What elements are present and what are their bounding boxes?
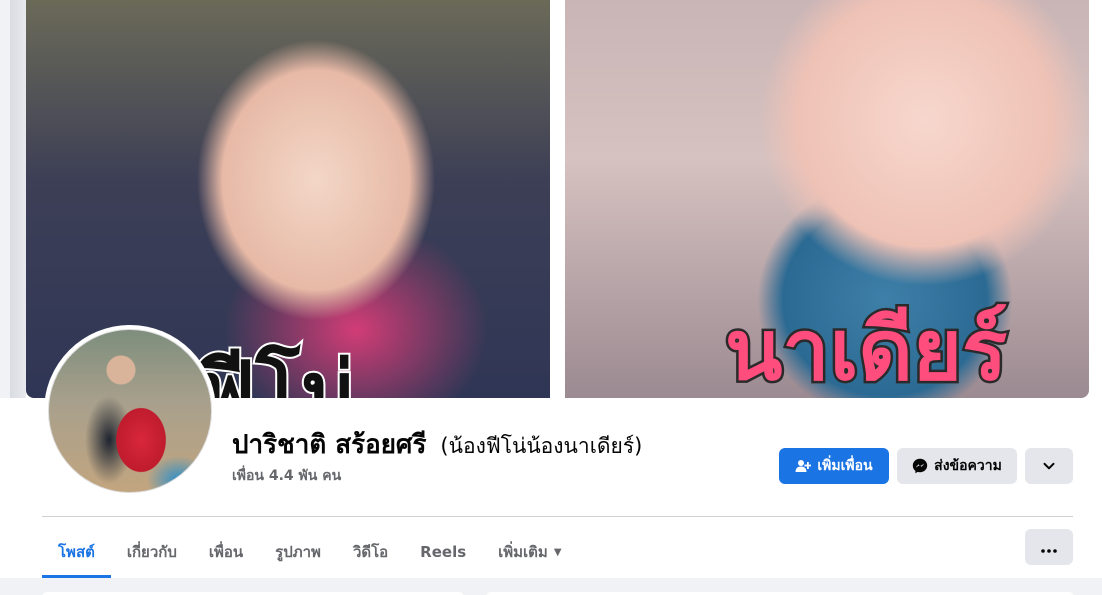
profile-tabs: โพสต์ เกี่ยวกับ เพื่อน รูปภาพ วิดีโอ Ree… <box>42 526 578 578</box>
ellipsis-icon <box>1041 538 1057 557</box>
profile-more-button[interactable] <box>1025 448 1073 484</box>
tab-about[interactable]: เกี่ยวกับ <box>111 526 193 578</box>
caret-down-icon: ▼ <box>553 546 562 558</box>
tab-videos-label: วิดีโอ <box>352 543 389 561</box>
tab-photos[interactable]: รูปภาพ <box>259 526 337 578</box>
tab-friends[interactable]: เพื่อน <box>193 526 259 578</box>
cover-photo-right: นาเดียร์ <box>565 0 1089 398</box>
tab-about-label: เกี่ยวกับ <box>126 543 177 561</box>
avatar-image <box>48 329 212 493</box>
add-friend-label: เพิ่มเพื่อน <box>817 457 873 473</box>
profile-avatar[interactable] <box>44 325 216 497</box>
tab-friends-label: เพื่อน <box>208 543 244 561</box>
tab-posts-label: โพสต์ <box>58 543 95 561</box>
message-label: ส่งข้อความ <box>934 457 1002 473</box>
cover-caption-left: ฟีโน่ <box>194 343 360 398</box>
tab-reels[interactable]: Reels <box>404 526 482 578</box>
profile-name: ปาริชาติ สร้อยศรี <box>232 430 427 460</box>
cover-photo[interactable]: ฟีโน่ นาเดียร์ <box>26 0 1089 398</box>
header-divider <box>42 516 1073 517</box>
person-plus-icon <box>795 458 812 474</box>
tabs-more-button[interactable] <box>1025 529 1073 565</box>
tab-more[interactable]: เพิ่มเติม ▼ <box>482 526 577 578</box>
tab-photos-label: รูปภาพ <box>275 543 321 561</box>
friends-count-link[interactable]: เพื่อน 4.4 พัน คน <box>232 465 341 487</box>
profile-name-row: ปาริชาติ สร้อยศรี (น้องฟีโน่น้องนาเดียร์… <box>232 424 642 465</box>
add-friend-button[interactable]: เพิ่มเพื่อน <box>779 448 889 484</box>
profile-page: ฟีโน่ นาเดียร์ ปาริชาติ สร้อยศรี (น้องฟี… <box>0 0 1102 595</box>
tab-posts[interactable]: โพสต์ <box>42 526 111 578</box>
messenger-icon <box>912 458 928 474</box>
cover-divider <box>550 0 565 398</box>
tab-more-label: เพิ่มเติม <box>498 543 548 561</box>
tab-videos[interactable]: วิดีโอ <box>337 526 404 578</box>
profile-alternate-name: (น้องฟีโน่น้องนาเดียร์) <box>440 434 643 458</box>
tab-reels-label: Reels <box>420 543 467 561</box>
message-button[interactable]: ส่งข้อความ <box>897 448 1017 484</box>
cover-gutter <box>0 0 26 398</box>
cover-caption-right: นาเดียร์ <box>722 301 1009 398</box>
profile-actions: เพิ่มเพื่อน ส่งข้อความ <box>779 448 1073 484</box>
chevron-down-icon <box>1042 459 1056 473</box>
